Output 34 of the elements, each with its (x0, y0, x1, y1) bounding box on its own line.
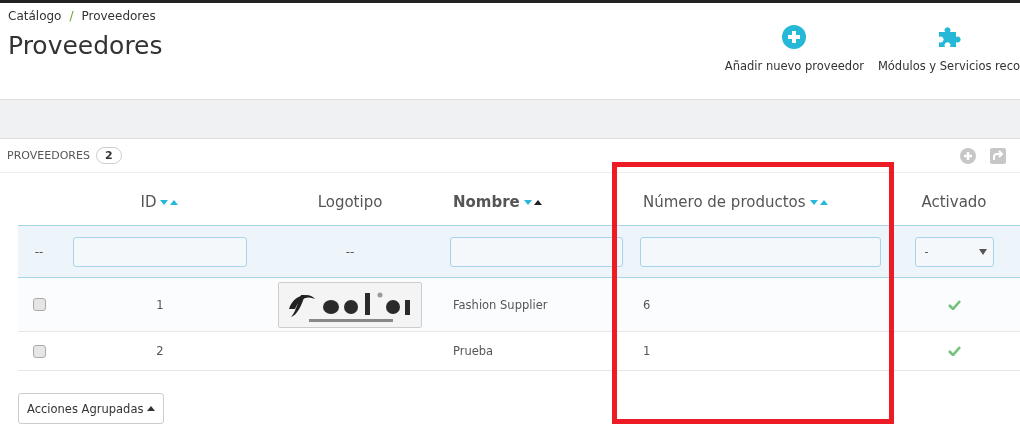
breadcrumb-link[interactable]: Catálogo (8, 9, 62, 23)
panel-title: PROVEEDORES (7, 149, 90, 162)
plus-circle-icon (782, 25, 807, 49)
row-checkbox[interactable] (32, 344, 46, 358)
filter-field[interactable] (450, 236, 623, 267)
breadcrumb-separator: / (69, 9, 74, 23)
table-cell: Fashion Supplier (453, 297, 548, 312)
check-icon[interactable] (947, 299, 961, 310)
table-cell: 2 (156, 344, 164, 358)
table-cell: 6 (643, 297, 651, 312)
sort-arrows-icon[interactable] (522, 198, 543, 206)
row-checkbox[interactable] (32, 298, 46, 311)
add-icon[interactable] (960, 147, 976, 164)
page-title: Proveedores (8, 31, 163, 60)
table-cell: Prueba (453, 344, 494, 358)
filter-field[interactable] (640, 236, 881, 267)
bulk-actions-button[interactable]: Acciones Agrupadas (18, 393, 165, 424)
filter-dropdown[interactable]: - (914, 236, 994, 267)
toolbar-button[interactable]: Añadir nuevo proveedor (724, 25, 864, 99)
check-icon[interactable] (947, 346, 961, 356)
filter-field[interactable] (73, 236, 247, 267)
caret-icon (147, 406, 156, 411)
no-filter-text: -- (345, 244, 355, 259)
breadcrumb-link[interactable]: Proveedores (81, 9, 156, 23)
column-header[interactable]: Número de productos (643, 193, 806, 211)
column-header[interactable]: ID (140, 193, 157, 211)
no-filter-text: -- (34, 244, 44, 259)
column-header[interactable]: Nombre (453, 193, 520, 211)
table-cell: 1 (156, 297, 164, 312)
export-icon[interactable] (990, 147, 1006, 164)
toolbar-button[interactable]: Módulos y Servicios reco (877, 25, 1020, 99)
column-header[interactable]: Logotipo (317, 193, 383, 211)
column-header[interactable]: Activado (921, 193, 987, 211)
table-cell: 1 (643, 344, 651, 358)
